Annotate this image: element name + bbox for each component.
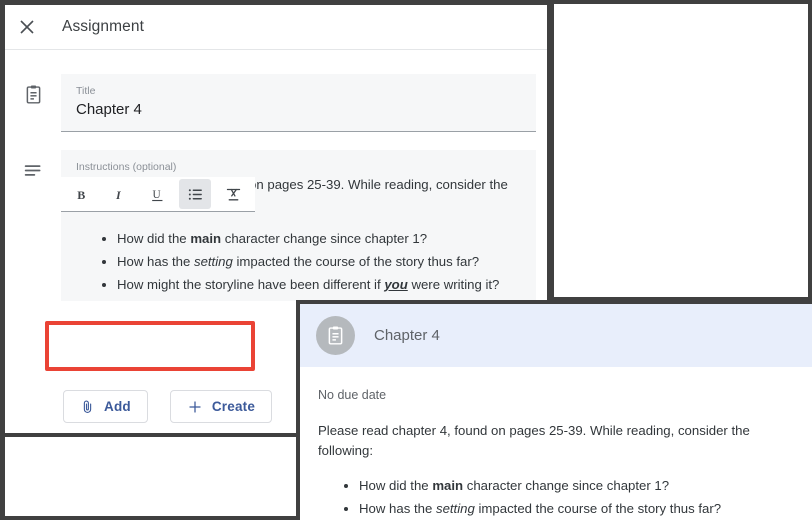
avatar	[316, 316, 355, 355]
preview-due-date: No due date	[318, 388, 387, 402]
instructions-field-row: Instructions (optional) Please read chap…	[5, 150, 547, 301]
close-icon[interactable]	[5, 17, 49, 37]
title-value: Chapter 4	[76, 101, 142, 118]
list-item: How did the main character change since …	[117, 228, 521, 250]
list-item: How might the storyline have been differ…	[117, 274, 521, 296]
title-label: Title	[76, 85, 96, 97]
emphasis-italic: setting	[193, 254, 233, 269]
svg-text:U: U	[152, 189, 160, 201]
title-field-row: Title Chapter 4	[5, 74, 547, 132]
emphasis-bold: main	[190, 231, 222, 246]
instructions-bullet-list: How did the main character change since …	[76, 228, 521, 296]
assignment-preview-card: Chapter 4 No due date Please read chapte…	[296, 300, 812, 520]
paperclip-icon	[80, 399, 95, 414]
clear-formatting-icon[interactable]	[217, 179, 249, 209]
add-button[interactable]: Add	[63, 390, 148, 423]
list-item: How has the setting impacted the course …	[359, 497, 794, 520]
preview-content: Please read chapter 4, found on pages 25…	[318, 421, 794, 520]
preview-bullet-list: How did the main character change since …	[318, 474, 794, 520]
italic-icon[interactable]: I	[103, 179, 135, 209]
title-input[interactable]: Title Chapter 4	[61, 74, 536, 132]
svg-text:I: I	[114, 187, 121, 201]
format-toolbar: B I U	[61, 177, 255, 212]
bold-icon[interactable]: B	[65, 179, 97, 209]
preview-title: Chapter 4	[374, 327, 440, 344]
emphasis-bold: main	[432, 478, 464, 493]
clipboard-icon	[5, 74, 61, 105]
preview-paragraph: Please read chapter 4, found on pages 25…	[318, 423, 750, 458]
create-button-label: Create	[211, 399, 256, 414]
add-button-label: Add	[104, 399, 131, 414]
instructions-label: Instructions (optional)	[76, 161, 177, 173]
right-side-panel	[551, 0, 812, 301]
editor-header: Assignment	[5, 5, 547, 50]
underline-icon[interactable]: U	[141, 179, 173, 209]
editor-actions: Add Create	[63, 390, 273, 423]
format-toolbar-highlight	[45, 321, 255, 371]
plus-icon	[187, 399, 203, 415]
create-button[interactable]: Create	[169, 390, 273, 423]
text-lines-icon	[5, 150, 61, 181]
svg-text:B: B	[77, 187, 85, 201]
list-item: How did the main character change since …	[359, 474, 794, 497]
screenshot-root: Assignment Title Chapter 4 Instructions …	[0, 0, 812, 520]
preview-header: Chapter 4	[300, 304, 812, 367]
bulleted-list-icon[interactable]	[179, 179, 211, 209]
preview-body: No due date Please read chapter 4, found…	[300, 367, 812, 520]
list-item: How has the setting impacted the course …	[117, 251, 521, 273]
instructions-input[interactable]: Instructions (optional) Please read chap…	[61, 150, 536, 301]
page-title: Assignment	[62, 18, 144, 35]
emphasis-italic: setting	[435, 501, 475, 516]
emphasis-bold-italic-underline: you	[384, 277, 408, 292]
